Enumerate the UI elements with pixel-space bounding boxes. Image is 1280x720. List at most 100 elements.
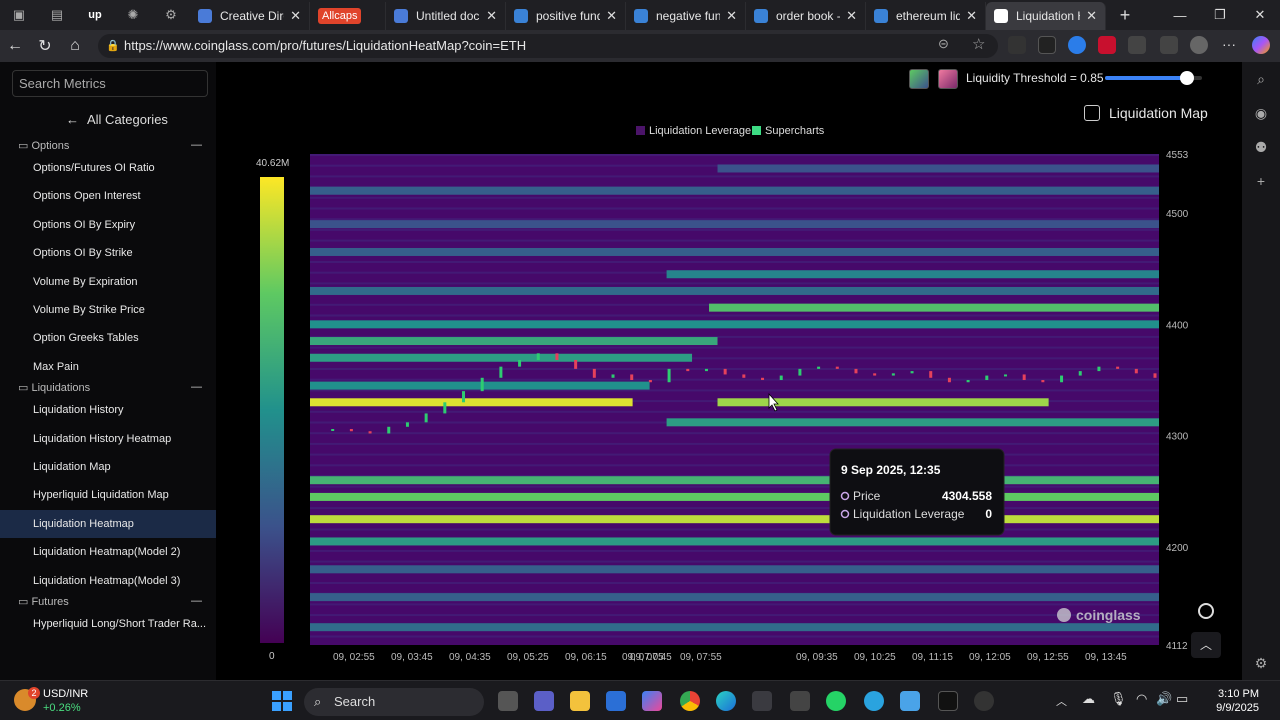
favorite-star-icon[interactable]: ☆ [972, 35, 985, 53]
close-tab-icon[interactable]: ✕ [606, 8, 617, 24]
maximize-icon[interactable]: ❐ [1200, 0, 1240, 30]
task-view-icon[interactable] [498, 691, 518, 711]
collapse-icon[interactable]: — [191, 139, 202, 151]
sidebar-item[interactable]: Options OI By Expiry [0, 211, 216, 239]
taskbar-search-input[interactable]: ⌕ Search [304, 688, 484, 716]
color-theme-pink-button[interactable] [938, 69, 958, 89]
sidebar-item[interactable]: Options OI By Strike [0, 239, 216, 267]
clock-time[interactable]: 3:10 PM [1205, 688, 1259, 700]
sidebar-item[interactable]: Liquidation History Heatmap [0, 425, 216, 453]
notepad-icon[interactable] [900, 691, 920, 711]
tradingview-icon[interactable] [938, 691, 958, 711]
games-icon[interactable]: ⚉ [1242, 130, 1280, 164]
sidebar-item[interactable]: Liquidation Map [0, 453, 216, 481]
url-field[interactable]: 🔒 https://www.coinglass.com/pro/futures/… [98, 34, 998, 58]
onedrive-icon[interactable]: ☁ [1082, 691, 1095, 707]
refresh-icon[interactable]: ↻ [30, 31, 60, 61]
minimize-icon[interactable]: — [1160, 0, 1200, 30]
settings-icon[interactable]: ⚙ [1242, 646, 1280, 680]
close-tab-icon[interactable]: ✕ [966, 8, 977, 24]
chrome-icon[interactable] [680, 691, 700, 711]
sidebar-item[interactable]: Max Pain [0, 353, 216, 381]
close-tab-icon[interactable]: ✕ [846, 8, 857, 24]
browser-tab[interactable]: Untitled docum ✕ [386, 2, 506, 30]
sidebar-item[interactable]: Liquidation History [0, 396, 216, 424]
volume-icon[interactable]: 🔊 [1156, 691, 1172, 707]
sidebar-item[interactable]: Volume By Strike Price [0, 296, 216, 324]
home-icon[interactable]: ⌂ [60, 31, 90, 61]
sidebar-item[interactable]: Hyperliquid Long/Short Trader Ra... [0, 610, 216, 638]
ticker-label[interactable]: USD/INR [43, 688, 88, 700]
sidebar-section[interactable]: ▭ Options — [18, 139, 202, 152]
edge-icon[interactable] [716, 691, 736, 711]
upwork-icon[interactable]: up [76, 0, 114, 30]
workspaces-icon[interactable]: ▤ [38, 0, 76, 30]
browser-tab[interactable]: ethereum liqui ✕ [866, 2, 986, 30]
browser-tab[interactable]: Creative Directo ✕ [190, 2, 310, 30]
sidebar-toggle-icon[interactable]: ▣ [0, 0, 38, 30]
reader-icon[interactable]: ⊝ [938, 36, 949, 52]
add-icon[interactable]: + [1242, 164, 1280, 198]
favorites-icon[interactable] [1160, 36, 1178, 54]
sidebar-section[interactable]: ▭ Liquidations — [18, 381, 202, 394]
sidebar-section[interactable]: ▭ Futures — [18, 595, 202, 608]
browser-tab[interactable]: order book - Se ✕ [746, 2, 866, 30]
extensions-puzzle-icon[interactable] [1128, 36, 1146, 54]
settings-gear-icon[interactable]: ⚙ [152, 0, 190, 30]
sidebar-item[interactable]: Liquidation Heatmap [0, 509, 216, 538]
scroll-up-icon[interactable]: ︿ [1191, 632, 1221, 658]
sidebar-item[interactable]: Liquidation Heatmap(Model 2) [0, 538, 216, 566]
store-icon[interactable] [752, 691, 772, 711]
browser-tab[interactable]: positive funding ✕ [506, 2, 626, 30]
sidebar-item[interactable]: Hyperliquid Liquidation Map [0, 481, 216, 509]
legend-liquidation-leverage[interactable]: Liquidation Leverage [649, 125, 751, 137]
battery-icon[interactable]: ▭ [1176, 691, 1188, 707]
collapse-icon[interactable]: — [191, 381, 202, 393]
teams-icon[interactable] [534, 691, 554, 711]
obs-icon[interactable] [974, 691, 994, 711]
start-windows-icon[interactable] [272, 691, 292, 711]
clock-date[interactable]: 9/9/2025 [1199, 702, 1259, 714]
more-menu-icon[interactable]: ··· [1222, 36, 1236, 52]
collapse-icon[interactable]: — [191, 595, 202, 607]
back-icon[interactable]: ← [0, 31, 30, 61]
threshold-slider-track[interactable] [1105, 71, 1202, 85]
file-explorer-icon[interactable] [570, 691, 590, 711]
liquidation-heatmap-chart[interactable]: 4553 4500 4400 4300 4200 4112 09, 02:55 09, 03… [216, 62, 1242, 680]
adblock-icon[interactable] [1098, 36, 1116, 54]
chart-settings-icon[interactable] [1198, 603, 1214, 619]
close-window-icon[interactable]: ✕ [1240, 0, 1280, 30]
close-tab-icon[interactable]: ✕ [1086, 8, 1097, 24]
liquidation-map-label[interactable]: Liquidation Map [1109, 105, 1208, 121]
telegram-icon[interactable] [864, 691, 884, 711]
all-categories-link[interactable]: ← All Categories [66, 112, 168, 127]
sidebar-item[interactable]: Options/Futures OI Ratio [0, 154, 216, 182]
browser-tab[interactable]: Allcaps [310, 2, 386, 30]
close-tab-icon[interactable]: ✕ [486, 8, 497, 24]
extension-icon-3[interactable] [1068, 36, 1086, 54]
new-tab-icon[interactable]: + [1106, 0, 1144, 30]
copilot-icon[interactable] [1252, 36, 1270, 54]
browser-tab[interactable]: negative fundin ✕ [626, 2, 746, 30]
color-theme-green-button[interactable] [909, 69, 929, 89]
sidebar-item[interactable]: Option Greeks Tables [0, 324, 216, 352]
search-icon[interactable]: ⌕ [1242, 62, 1280, 96]
close-tab-icon[interactable]: ✕ [726, 8, 737, 24]
search-metrics-input[interactable]: Search Metrics [12, 70, 208, 97]
tray-chevron-icon[interactable]: ︿ [1056, 693, 1067, 709]
sidebar-item[interactable]: Volume By Expiration [0, 268, 216, 296]
sidebar-item[interactable]: Liquidation Heatmap(Model 3) [0, 567, 216, 595]
copilot-app-icon[interactable] [642, 691, 662, 711]
wifi-icon[interactable]: ◠ [1136, 691, 1147, 707]
whatsapp-icon[interactable] [826, 691, 846, 711]
extension-icon-2[interactable] [1038, 36, 1056, 54]
openai-icon[interactable]: ✺ [114, 0, 152, 30]
copilot-side-icon[interactable]: ◉ [1242, 96, 1280, 130]
legend-supercharts[interactable]: Supercharts [765, 125, 825, 137]
browser-tab[interactable]: Liquidation Hea ✕ [986, 2, 1106, 30]
sidebar-item[interactable]: Options Open Interest [0, 182, 216, 210]
microphone-icon[interactable]: 🎙 [1110, 691, 1127, 707]
close-tab-icon[interactable]: ✕ [290, 8, 301, 24]
extension-icon-1[interactable] [1008, 36, 1026, 54]
profile-avatar[interactable] [1190, 36, 1208, 54]
